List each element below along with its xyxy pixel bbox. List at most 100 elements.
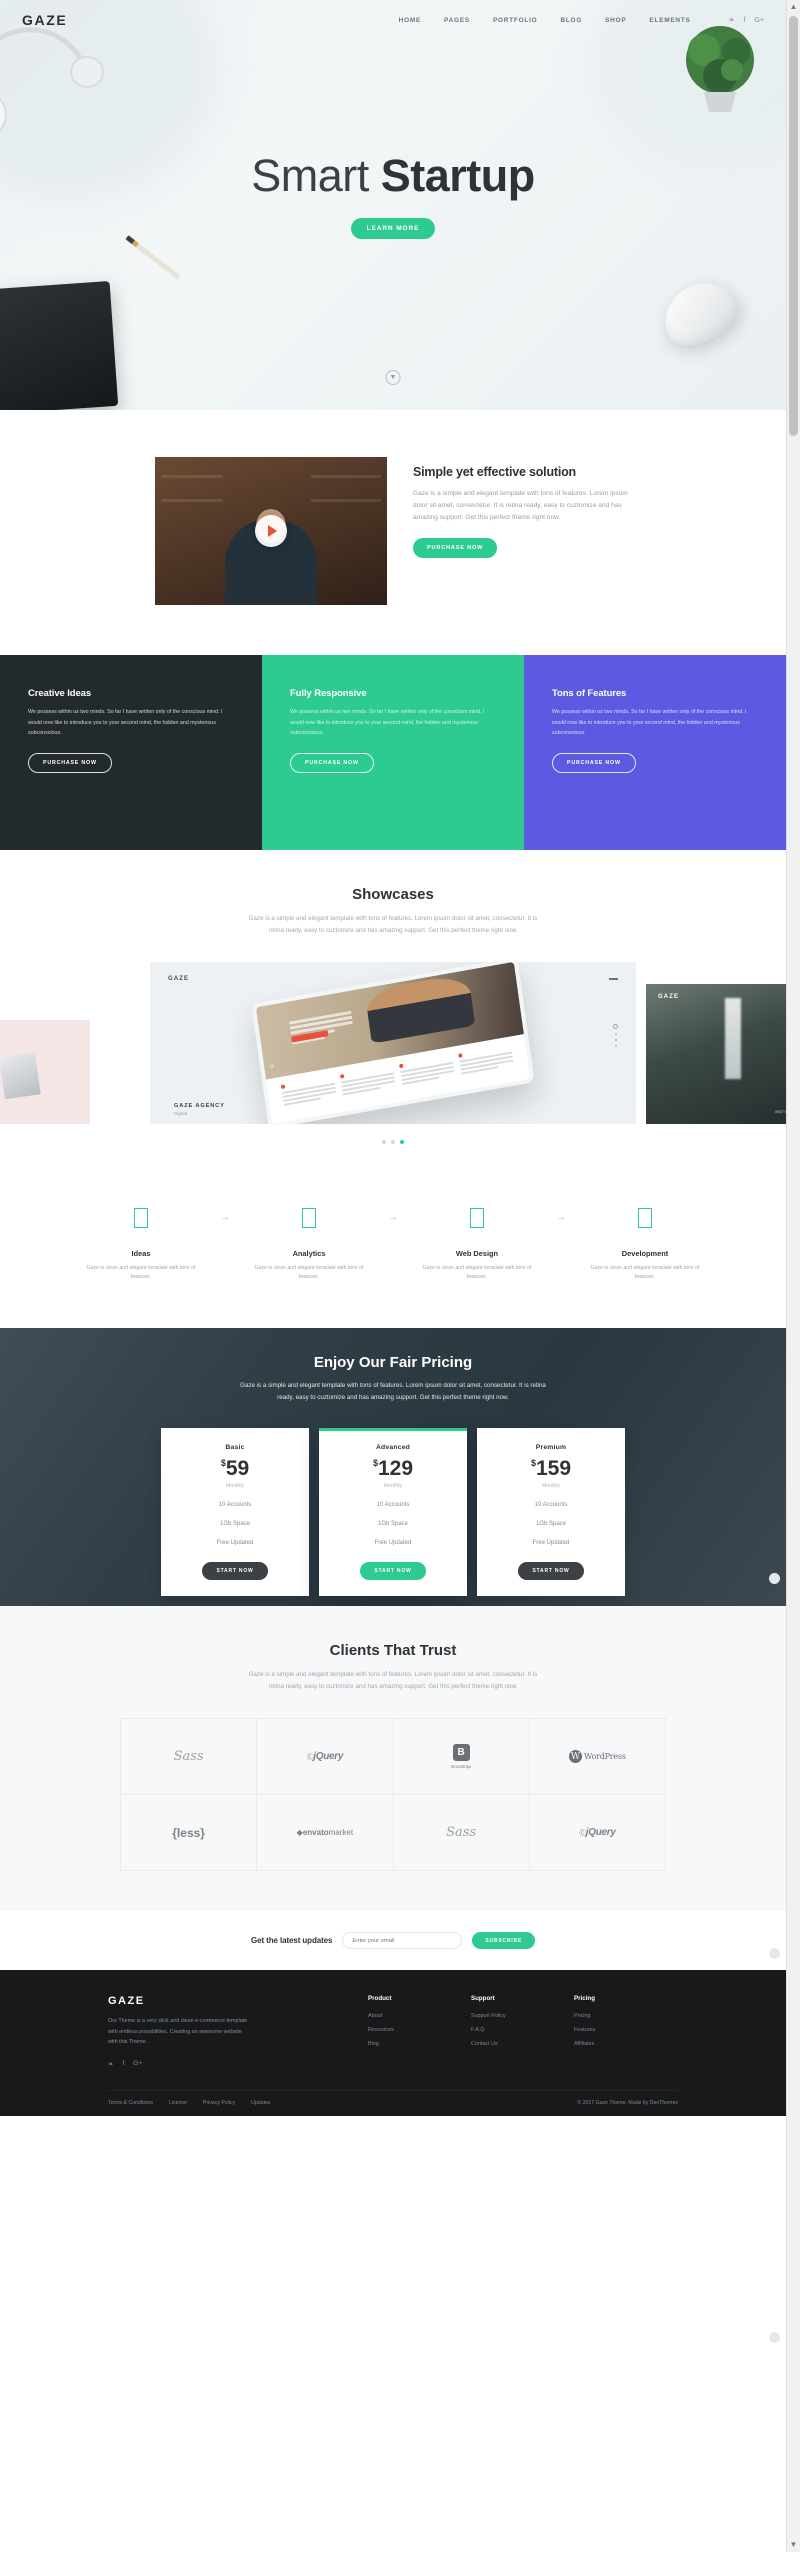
footer-columns: GAZE Our Theme is a very slick and clean… — [108, 1995, 678, 2068]
tile-purchase-button[interactable]: PURCHASE NOW — [28, 752, 112, 773]
clients-section: Clients That Trust Gaze is a simple and … — [0, 1605, 786, 1912]
footer-link-support-policy[interactable]: Support Policy — [471, 2013, 574, 2019]
footer-link-privacy[interactable]: Privacy Policy — [203, 2100, 235, 2106]
nav-item-home[interactable]: HOME — [399, 17, 421, 24]
googleplus-icon[interactable]: G+ — [133, 2060, 142, 2068]
carousel-pagination[interactable] — [0, 1139, 786, 1174]
footer-link-license[interactable]: License — [169, 2100, 187, 2106]
slide-brand-label: GAZE — [658, 993, 680, 1000]
tile-purchase-button[interactable]: PURCHASE NOW — [552, 752, 636, 773]
nav-item-pages[interactable]: PAGES — [444, 17, 470, 24]
carousel-dot-2[interactable] — [391, 1139, 395, 1144]
bootstrap-logo-icon: B — [452, 1744, 470, 1762]
scroll-down-icon[interactable]: ▼ — [385, 370, 401, 385]
nav-item-blog[interactable]: BLOG — [560, 17, 582, 24]
nav-item-elements[interactable]: ELEMENTS — [649, 17, 690, 24]
facebook-icon[interactable]: f — [122, 2060, 124, 2068]
pager-active-ring[interactable] — [613, 1023, 618, 1029]
video-thumbnail[interactable] — [155, 457, 387, 605]
pager-dot[interactable] — [614, 1038, 617, 1041]
carousel-dot-1[interactable] — [382, 1139, 386, 1144]
pager-dot[interactable] — [614, 1032, 617, 1035]
client-logo-wordpress[interactable]: W WordPress — [529, 1719, 666, 1796]
play-button[interactable] — [255, 515, 287, 547]
footer-link-updates[interactable]: Updates — [251, 2100, 270, 2106]
showcase-carousel[interactable]: GAZE GAZE AGENCY Digital GAZE VISIT — [0, 961, 786, 1124]
carousel-slide-prev[interactable] — [0, 1019, 90, 1124]
jquery-logo-icon: ⒸjQuery — [306, 1751, 344, 1763]
nav-item-portfolio[interactable]: PORTFOLIO — [493, 17, 537, 24]
pager-dot[interactable] — [614, 1044, 617, 1047]
footer-column-support: Support Support Policy F.A.Q Contact Us — [471, 1995, 574, 2068]
plan-start-button[interactable]: START NOW — [360, 1562, 426, 1581]
floating-control-2[interactable] — [769, 1948, 780, 1959]
footer-logo[interactable]: GAZE — [108, 1995, 368, 2007]
googleplus-icon[interactable]: G+ — [754, 17, 764, 24]
jquery-logo-icon: ⒸjQuery — [579, 1827, 616, 1839]
scrollbar-thumb[interactable] — [789, 16, 798, 436]
plan-price: $159 — [477, 1458, 625, 1479]
carousel-dot-3[interactable] — [400, 1139, 404, 1144]
main-nav: HOME PAGES PORTFOLIO BLOG SHOP ELEMENTS — [399, 17, 691, 24]
service-title: Analytics — [292, 1248, 326, 1258]
site-footer: GAZE Our Theme is a very slick and clean… — [0, 1970, 786, 2116]
scrollbar-up-arrow[interactable]: ▲ — [787, 0, 800, 14]
newsletter-subscribe-button[interactable]: SUBSCRIBE — [472, 1932, 536, 1950]
carousel-slide-active[interactable]: GAZE GAZE AGENCY Digital — [150, 961, 636, 1124]
footer-link-faq[interactable]: F.A.Q — [471, 2027, 574, 2033]
client-logo-jquery[interactable]: ⒸjQuery — [529, 1795, 666, 1872]
plan-name: Basic — [225, 1444, 245, 1452]
plan-feature: 10 Accounts — [534, 1502, 568, 1509]
floating-control-3[interactable] — [769, 2332, 780, 2343]
footer-link-terms[interactable]: Terms & Conditions — [108, 2100, 153, 2106]
hero-learn-more-button[interactable]: LEARN MORE — [350, 217, 436, 239]
features-tiles-section: Creative Ideas We possess within us two … — [0, 655, 786, 850]
client-logo-bootstrap[interactable]: B Bootstrap — [393, 1719, 530, 1796]
scrollbar-down-arrow[interactable]: ▼ — [787, 2538, 800, 2552]
nav-item-shop[interactable]: SHOP — [605, 17, 626, 24]
sass-logo-icon: Sass — [173, 1749, 204, 1765]
page-scrollbar[interactable]: ▲ ▼ — [786, 0, 800, 2552]
carousel-slide-next[interactable]: GAZE VISIT HIGH RESOLUTION URL — [646, 983, 786, 1124]
facebook-icon[interactable]: f — [744, 17, 746, 24]
slide-caption-sub: URL — [775, 1114, 786, 1118]
hamburger-icon[interactable] — [609, 977, 618, 980]
solution-text-block: Simple yet effective solution Gaze is a … — [413, 457, 631, 605]
ipad-feature-col — [280, 1075, 337, 1107]
footer-link-blog[interactable]: Blog — [368, 2041, 471, 2047]
analytics-icon — [302, 1207, 316, 1228]
footer-column-title: Support — [471, 1995, 495, 2003]
clients-header: Clients That Trust Gaze is a simple and … — [0, 1642, 786, 1693]
solution-purchase-button[interactable]: PURCHASE NOW — [413, 537, 498, 558]
client-logo-jquery[interactable]: ⒸjQuery — [257, 1719, 394, 1796]
tile-body: We possess within us two minds. So far I… — [552, 709, 747, 737]
shelf-line — [161, 475, 223, 478]
plan-amount: 129 — [377, 1457, 414, 1481]
pricing-plan-advanced: Advanced $129 Monthly 10 Accounts 1Gb Sp… — [319, 1428, 467, 1597]
tile-purchase-button[interactable]: PURCHASE NOW — [290, 752, 374, 773]
plan-start-button[interactable]: START NOW — [518, 1562, 584, 1581]
client-logo-sass[interactable]: Sass — [393, 1795, 530, 1872]
services-arrow-icon: → — [219, 1210, 231, 1223]
footer-link-resources[interactable]: Resources — [368, 2027, 471, 2033]
client-logo-less[interactable]: {less} — [121, 1795, 258, 1872]
twitter-icon[interactable]: ❧ — [108, 2060, 113, 2068]
footer-link-affiliates[interactable]: Affiliates — [574, 2041, 677, 2047]
site-logo[interactable]: GAZE — [22, 12, 67, 28]
footer-link-contact-us[interactable]: Contact Us — [471, 2041, 574, 2047]
newsletter-email-input[interactable] — [342, 1932, 463, 1950]
client-logo-sass[interactable]: Sass — [121, 1719, 258, 1796]
footer-link-pricing[interactable]: Pricing — [574, 2013, 677, 2019]
plan-name: Advanced — [375, 1444, 411, 1452]
plan-start-button[interactable]: START NOW — [202, 1562, 268, 1581]
pricing-body: Gaze is a simple and elegant template wi… — [240, 1381, 546, 1401]
twitter-icon[interactable]: ❧ — [729, 17, 735, 24]
floating-control-1[interactable] — [769, 1573, 780, 1584]
newsletter-section: Get the latest updates SUBSCRIBE — [0, 1911, 786, 1971]
footer-link-about[interactable]: About — [368, 2013, 471, 2019]
slide-waterfall-photo — [646, 983, 786, 1124]
carousel-side-pager[interactable] — [613, 1023, 618, 1047]
footer-link-features[interactable]: Features — [574, 2027, 677, 2033]
client-logo-envato[interactable]: ◆envatomarket — [257, 1795, 394, 1872]
pricing-section: Enjoy Our Fair Pricing Gaze is a simple … — [0, 1327, 786, 1606]
